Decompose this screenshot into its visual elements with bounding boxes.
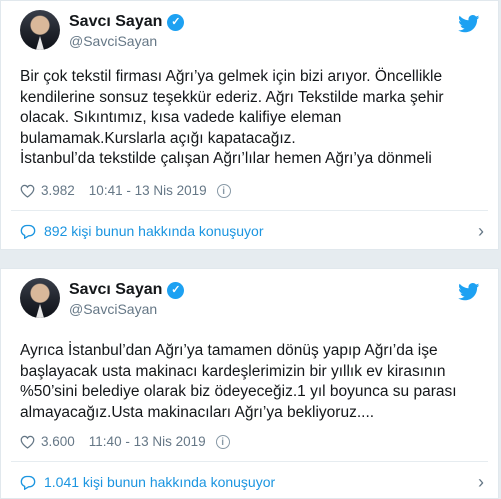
avatar[interactable] [20, 10, 60, 50]
timestamp[interactable]: 10:41 - 13 Nis 2019 [89, 183, 207, 198]
tweet-line: %50’sini belediye olarak biz ödeyeceğiz.… [20, 383, 457, 400]
author-row[interactable]: Savcı Sayan ✓ [69, 13, 185, 31]
conversation-link[interactable]: 892 kişi bunun hakkında konuşuyor › [20, 222, 484, 240]
tweet-line: Bir çok tekstil firması Ağrı’ya gelmek i… [20, 68, 443, 85]
tweet-line: kendilerine sonsuz teşekkür ederiz. Ağrı… [20, 88, 444, 106]
info-icon[interactable]: i [215, 434, 230, 449]
tweet-line: İstanbul’da tekstilde çalışan Ağrı’lılar… [20, 150, 432, 167]
divider [11, 461, 488, 462]
conversation-label[interactable]: 892 kişi bunun hakkında konuşuyor [44, 223, 263, 239]
verified-check-icon: ✓ [167, 281, 185, 299]
chevron-right-icon[interactable]: › [478, 222, 484, 240]
info-icon[interactable]: i [216, 183, 231, 198]
speech-bubble-icon [20, 224, 36, 239]
conversation-label[interactable]: 1.041 kişi bunun hakkında konuşuyor [44, 474, 275, 490]
tweet-line: almayacağız.Usta makinacıları Ağrı’ya be… [20, 403, 375, 421]
like-count: 3.600 [41, 434, 75, 449]
tweet-card[interactable]: Savcı Sayan ✓ @SavciSayan Bir çok teksti… [0, 0, 499, 250]
author-handle[interactable]: @SavciSayan [69, 33, 157, 49]
speech-bubble-icon [20, 475, 36, 490]
tweet-line: bulamamak.Kurslarla açığı kapatacağız. [20, 129, 296, 147]
twitter-bird-icon[interactable] [458, 283, 480, 301]
chevron-right-icon[interactable]: › [478, 473, 484, 491]
heart-icon[interactable] [20, 435, 35, 449]
like-count: 3.982 [41, 183, 75, 198]
heart-icon[interactable] [20, 184, 35, 198]
tweet-meta: 3.982 10:41 - 13 Nis 2019 i [20, 183, 231, 198]
author-name[interactable]: Savcı Sayan [69, 13, 162, 31]
timestamp[interactable]: 11:40 - 13 Nis 2019 [89, 434, 206, 449]
tweet-card[interactable]: Savcı Sayan ✓ @SavciSayan Ayrıca İstanbu… [0, 268, 499, 499]
avatar[interactable] [20, 278, 60, 318]
tweet-line: başlayacak usta makinacı kardeşlerimizin… [20, 362, 446, 380]
tweet-text: Bir çok tekstil firması Ağrı’ya gelmek i… [20, 67, 484, 170]
author-handle[interactable]: @SavciSayan [69, 301, 157, 317]
verified-check-icon: ✓ [167, 13, 185, 31]
twitter-bird-icon[interactable] [458, 15, 480, 33]
author-name[interactable]: Savcı Sayan [69, 281, 162, 299]
conversation-link[interactable]: 1.041 kişi bunun hakkında konuşuyor › [20, 473, 484, 491]
tweet-line: olacak. Sıkıntımız, kısa vadede kalifiye… [20, 109, 342, 126]
tweet-line: Ayrıca İstanbul’dan Ağrı’ya tamamen dönü… [20, 342, 438, 359]
tweet-meta: 3.600 11:40 - 13 Nis 2019 i [20, 434, 230, 449]
divider [11, 210, 488, 211]
tweet-text: Ayrıca İstanbul’dan Ağrı’ya tamamen dönü… [20, 341, 484, 423]
author-row[interactable]: Savcı Sayan ✓ [69, 281, 185, 299]
